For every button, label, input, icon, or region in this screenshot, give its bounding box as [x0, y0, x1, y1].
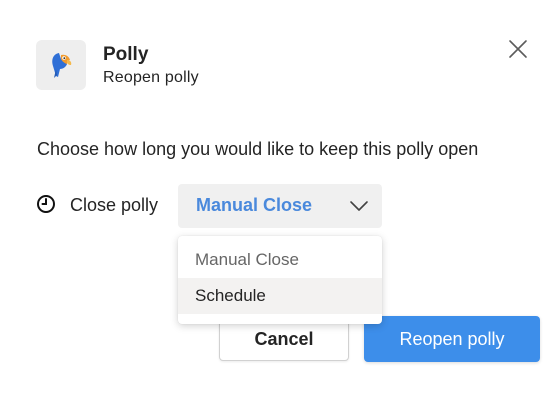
close-icon[interactable]	[506, 37, 530, 61]
instruction-text: Choose how long you would like to keep t…	[37, 139, 479, 159]
app-title: Polly	[103, 44, 149, 65]
close-mode-dropdown[interactable]: Manual Close	[178, 184, 382, 228]
chevron-down-icon	[349, 199, 369, 213]
close-polly-label: Close polly	[70, 195, 159, 215]
dialog-subtitle: Reopen polly	[103, 69, 199, 86]
polly-parrot-icon	[52, 53, 72, 78]
menu-option-manual-close[interactable]: Manual Close	[178, 242, 382, 278]
dropdown-menu: Manual Close Schedule	[178, 236, 382, 324]
menu-option-schedule[interactable]: Schedule	[178, 278, 382, 314]
app-icon-tile	[36, 40, 86, 90]
dropdown-selected-value: Manual Close	[196, 195, 313, 215]
reopen-polly-button[interactable]: Reopen polly	[364, 316, 540, 362]
clock-icon	[36, 194, 56, 214]
